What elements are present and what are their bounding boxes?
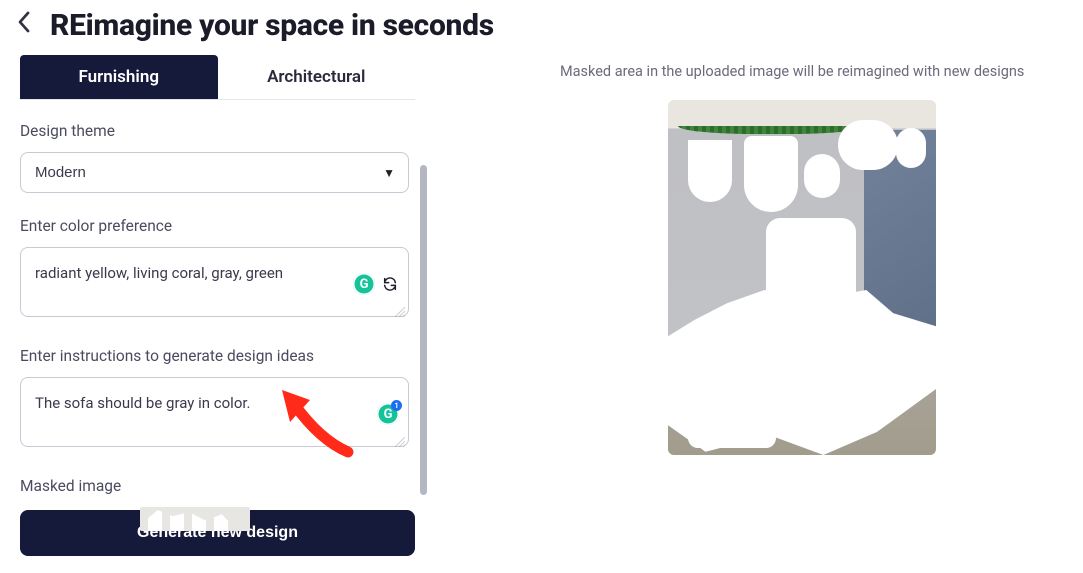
refresh-icon[interactable] [381, 275, 399, 293]
preview-panel: Masked area in the uploaded image will b… [415, 55, 1083, 556]
page-header: REimagine your space in seconds [0, 0, 1083, 55]
tab-bar: Furnishing Architectural [20, 55, 415, 100]
color-preference-input[interactable] [20, 247, 409, 317]
grammarly-notification-badge: 1 [391, 400, 402, 411]
instructions-input[interactable] [20, 377, 409, 447]
chevron-left-icon [16, 10, 32, 34]
masked-image-label: Masked image [20, 477, 409, 495]
design-theme-label: Design theme [20, 122, 409, 140]
back-button[interactable] [16, 10, 32, 41]
design-theme-select[interactable]: Modern [20, 152, 409, 193]
resize-handle-icon[interactable] [395, 437, 405, 447]
masked-image-preview [668, 100, 936, 455]
masked-image-thumbnail[interactable] [140, 507, 250, 531]
instructions-label: Enter instructions to generate design id… [20, 347, 409, 365]
controls-panel: Furnishing Architectural Design theme Mo… [20, 55, 415, 556]
tab-furnishing[interactable]: Furnishing [20, 55, 218, 99]
page-title: REimagine your space in seconds [50, 8, 494, 43]
grammarly-icon[interactable]: G 1 [377, 403, 399, 425]
tab-architectural[interactable]: Architectural [218, 55, 416, 99]
resize-handle-icon[interactable] [395, 307, 405, 317]
preview-hint: Masked area in the uploaded image will b… [560, 63, 1083, 80]
form-area: Design theme Modern ▼ Enter color prefer… [20, 100, 415, 500]
grammarly-icon[interactable]: G [353, 273, 375, 295]
scrollbar[interactable] [420, 165, 427, 495]
color-preference-label: Enter color preference [20, 217, 409, 235]
